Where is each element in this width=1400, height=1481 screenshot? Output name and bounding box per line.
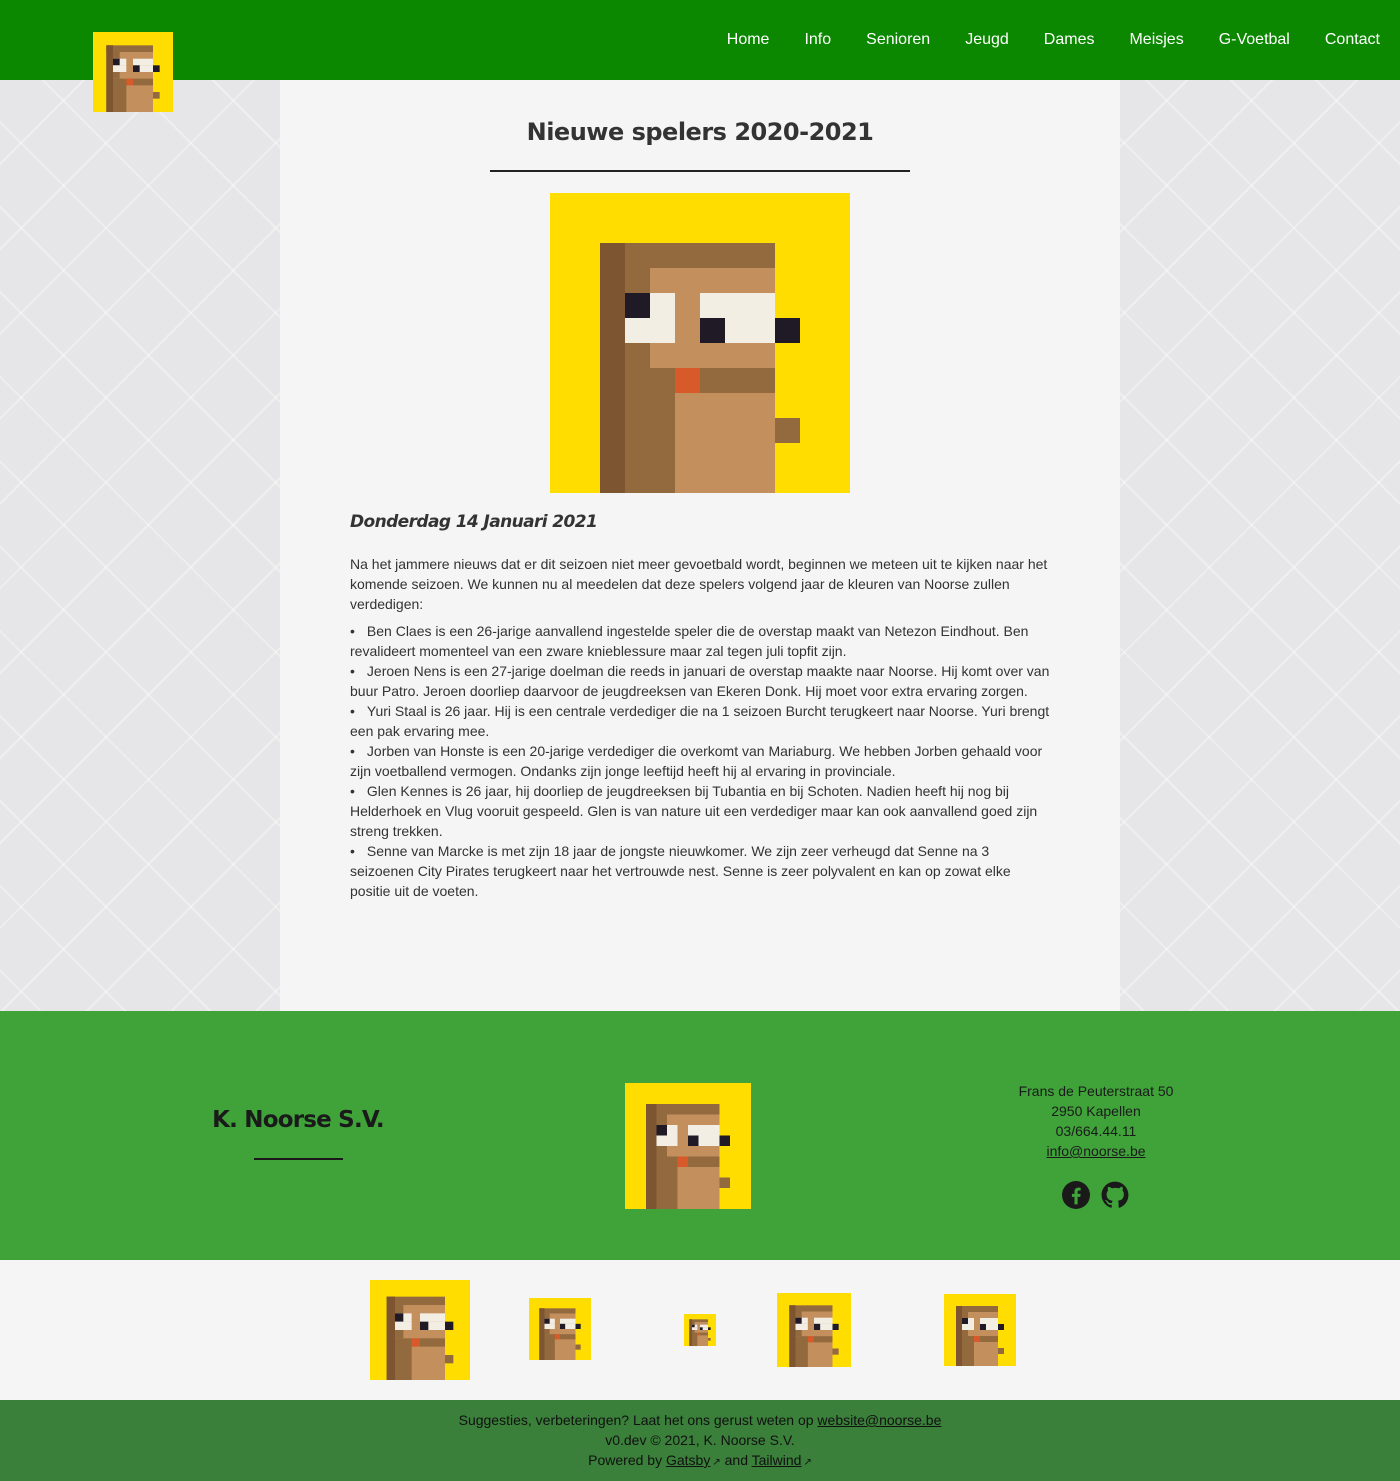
nav-contact[interactable]: Contact	[1325, 31, 1380, 49]
sponsors-strip	[0, 1260, 1400, 1400]
title-divider	[490, 170, 910, 172]
list-item: Glen Kennes is 26 jaar, hij doorliep de …	[350, 781, 1050, 841]
club-name-divider	[254, 1158, 343, 1160]
copyright: v0.dev © 2021, K. Noorse S.V.	[605, 1432, 795, 1448]
sponsor-logo-icon[interactable]	[777, 1293, 851, 1367]
list-item: Jorben van Honste is een 20-jarige verde…	[350, 741, 1050, 781]
article-title: Nieuwe spelers 2020-2021	[526, 118, 874, 146]
website-email-link[interactable]: website@noorse.be	[817, 1412, 941, 1428]
gatsby-link[interactable]: Gatsby	[666, 1452, 710, 1468]
club-name: K. Noorse S.V.	[212, 1107, 385, 1133]
list-item: Ben Claes is een 26-jarige aanvallend in…	[350, 621, 1050, 661]
powered-by-line: Powered by Gatsby ↗ and Tailwind ↗	[0, 1450, 1400, 1473]
article-intro: Na het jammere nieuws dat er dit seizoen…	[350, 556, 1048, 612]
list-item: Senne van Marcke is met zijn 18 jaar de …	[350, 841, 1050, 901]
site-footer: K. Noorse S.V. Frans de Peuterstraat 50 …	[0, 1011, 1400, 1260]
github-icon[interactable]	[1101, 1181, 1129, 1209]
nav-jeugd[interactable]: Jeugd	[965, 31, 1009, 49]
nav-meisjes[interactable]: Meisjes	[1129, 31, 1183, 49]
sponsor-logo-icon[interactable]	[944, 1294, 1016, 1366]
list-item: Yuri Staal is 26 jaar. Hij is een centra…	[350, 701, 1050, 741]
main-nav: Home Info Senioren Jeugd Dames Meisjes G…	[692, 0, 1380, 80]
site-header: Home Info Senioren Jeugd Dames Meisjes G…	[0, 0, 1400, 80]
nav-home[interactable]: Home	[727, 31, 770, 49]
sponsor-logo-icon[interactable]	[370, 1280, 470, 1380]
suggestion-text: Suggesties, verbeteringen? Laat het ons …	[458, 1412, 818, 1428]
tailwind-link[interactable]: Tailwind	[752, 1452, 802, 1468]
external-link-icon: ↗	[712, 1457, 721, 1468]
address-phone: 03/664.44.11	[1055, 1123, 1137, 1139]
and-text: and	[720, 1452, 752, 1468]
article-card: Nieuwe spelers 2020-2021 Donderdag 14 Ja…	[280, 80, 1120, 1011]
footer-logo-icon	[625, 1083, 751, 1209]
sponsor-logo-icon[interactable]	[529, 1298, 591, 1360]
social-links	[1062, 1181, 1129, 1209]
nav-senioren[interactable]: Senioren	[866, 31, 930, 49]
bear-logo-icon[interactable]	[93, 32, 173, 112]
list-item: Jeroen Nens is een 27-jarige doelman die…	[350, 661, 1050, 701]
external-link-icon: ↗	[803, 1457, 812, 1468]
sponsor-logo-icon[interactable]	[684, 1314, 716, 1346]
article-date: Donderdag 14 Januari 2021	[350, 512, 598, 532]
address-city: 2950 Kapellen	[1051, 1103, 1141, 1119]
nav-dames[interactable]: Dames	[1044, 31, 1095, 49]
players-list: Ben Claes is een 26-jarige aanvallend in…	[350, 621, 1050, 901]
powered-by-text: Powered by	[588, 1452, 666, 1468]
article-image	[550, 193, 850, 493]
club-address: Frans de Peuterstraat 50 2950 Kapellen 0…	[996, 1081, 1196, 1161]
address-street: Frans de Peuterstraat 50	[1018, 1083, 1174, 1099]
suggestion-line: Suggesties, verbeteringen? Laat het ons …	[0, 1410, 1400, 1430]
facebook-icon[interactable]	[1062, 1181, 1090, 1209]
nav-info[interactable]: Info	[804, 31, 831, 49]
bottom-bar: Suggesties, verbeteringen? Laat het ons …	[0, 1400, 1400, 1481]
contact-email-link[interactable]: info@noorse.be	[1046, 1143, 1145, 1159]
nav-g-voetbal[interactable]: G-Voetbal	[1219, 31, 1290, 49]
